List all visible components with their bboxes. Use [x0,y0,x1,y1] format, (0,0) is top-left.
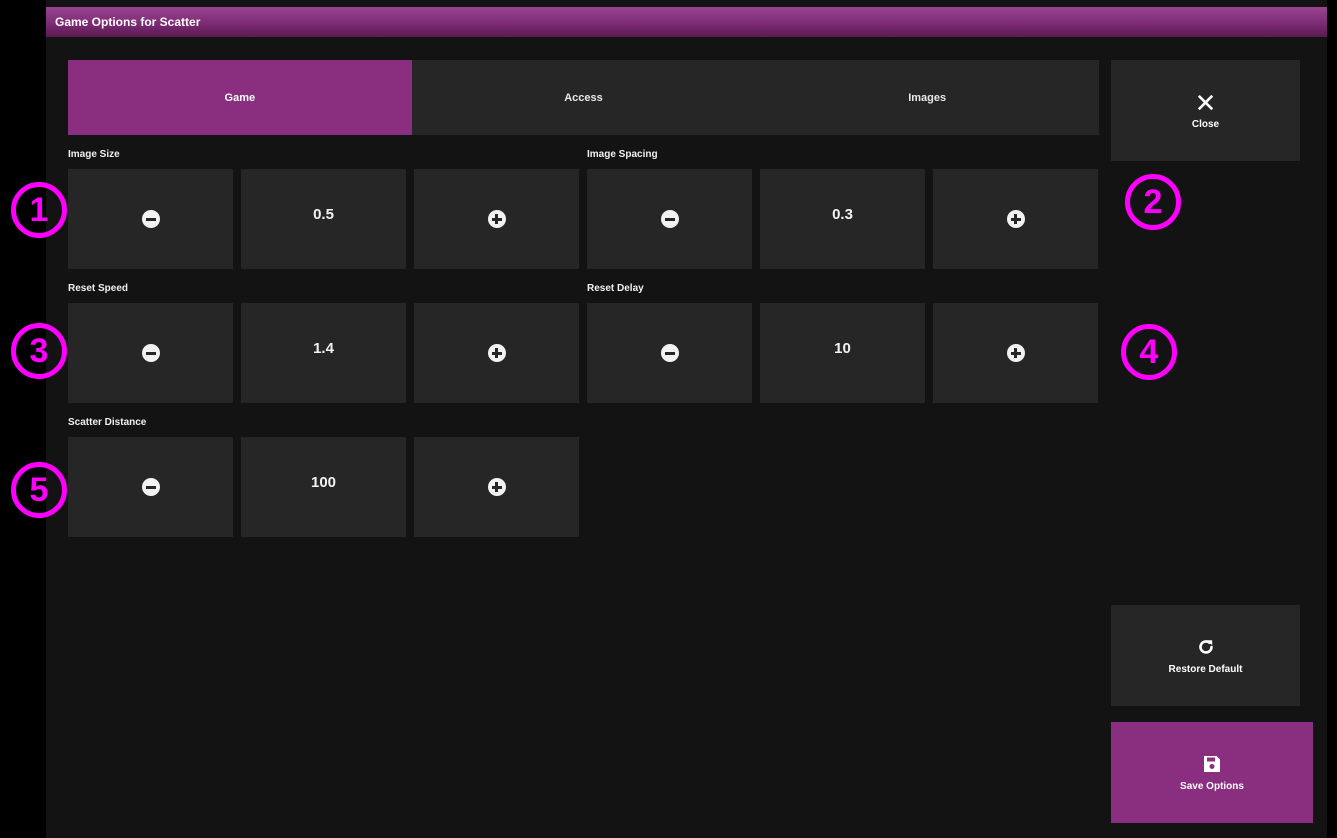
restore-default-button[interactable]: Restore Default [1111,605,1300,706]
image-size-increase-button[interactable] [414,169,579,269]
floppy-disk-icon [1201,753,1223,775]
image-spacing-increase-button[interactable] [933,169,1098,269]
reset-speed-value-cell: 1.4 [241,303,406,403]
reset-delay-increase-button[interactable] [933,303,1098,403]
image-size-decrease-button[interactable] [68,169,233,269]
minus-icon [660,344,679,362]
annotation-badge-2: 2 [1125,174,1181,230]
annotation-badge-1: 1 [11,182,67,238]
close-icon: ✕ [1194,88,1217,118]
scatter-distance-decrease-button[interactable] [68,437,233,537]
scatter-distance-value-cell: 100 [241,437,406,537]
save-options-label: Save Options [1180,781,1244,792]
reset-speed-value: 1.4 [313,339,334,357]
reset-delay-decrease-button[interactable] [587,303,752,403]
image-spacing-value-cell: 0.3 [760,169,925,269]
scatter-distance-label: Scatter Distance [68,417,147,428]
tab-bar: Game Access Images [68,60,1100,135]
image-size-value: 0.5 [313,205,334,223]
reset-speed-label: Reset Speed [68,283,129,294]
image-size-label: Image Size [68,149,120,160]
reset-speed-decrease-button[interactable] [68,303,233,403]
plus-icon [487,478,506,496]
restore-default-label: Restore Default [1168,664,1243,675]
annotation-badge-5: 5 [11,462,67,518]
save-options-button[interactable]: Save Options [1111,722,1313,823]
scatter-distance-increase-button[interactable] [414,437,579,537]
reset-delay-value-cell: 10 [760,303,925,403]
minus-icon [141,344,160,362]
minus-icon [660,210,679,228]
image-spacing-decrease-button[interactable] [587,169,752,269]
image-spacing-value: 0.3 [832,205,853,223]
plus-icon [487,210,506,228]
plus-icon [1006,344,1025,362]
reset-delay-value: 10 [834,339,851,357]
close-button[interactable]: ✕ Close [1111,60,1300,161]
tab-game[interactable]: Game [68,60,412,135]
minus-icon [141,478,160,496]
annotation-badge-4: 4 [1121,324,1177,380]
refresh-icon [1195,636,1217,658]
reset-delay-label: Reset Delay [587,283,644,294]
plus-icon [1006,210,1025,228]
plus-icon [487,344,506,362]
options-window: Game Options for Scatter Game Access Ima… [46,0,1327,838]
close-label: Close [1191,119,1220,130]
image-spacing-label: Image Spacing [587,149,658,160]
tab-access[interactable]: Access [411,60,756,135]
window-title: Game Options for Scatter [55,15,201,29]
image-size-value-cell: 0.5 [241,169,406,269]
annotation-badge-3: 3 [11,323,67,379]
tab-images[interactable]: Images [755,60,1100,135]
reset-speed-increase-button[interactable] [414,303,579,403]
title-bar: Game Options for Scatter [46,7,1327,37]
scatter-distance-value: 100 [310,473,337,491]
minus-icon [141,210,160,228]
